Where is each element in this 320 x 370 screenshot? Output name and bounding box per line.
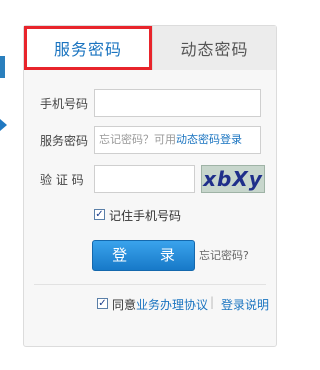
login-button[interactable]: 登 录: [92, 240, 195, 271]
tab-dynamic-password[interactable]: 动态密码: [152, 26, 276, 70]
divider: [34, 284, 266, 285]
tab-service-password-label: 服务密码: [53, 40, 122, 59]
agree-prefix: 同意: [112, 298, 137, 312]
service-password-label: 服务密码: [40, 134, 89, 148]
captcha-label: 验 证 码: [40, 173, 84, 187]
agree-checkbox[interactable]: ✓: [97, 298, 108, 309]
login-tabs: 服务密码 动态密码: [24, 26, 276, 70]
remember-label: 记住手机号码: [109, 209, 182, 223]
tab-dynamic-password-label: 动态密码: [180, 40, 249, 59]
agreement-link[interactable]: 业务办理协议: [136, 296, 208, 313]
side-accent-bar: [0, 56, 5, 78]
footer-separator: |: [210, 295, 215, 309]
service-password-row: 服务密码 忘记密码？可用动态密码登录: [24, 126, 276, 154]
service-password-hint: 忘记密码？可用: [99, 133, 176, 146]
service-password-input[interactable]: 忘记密码？可用动态密码登录: [94, 126, 261, 154]
login-panel: 服务密码 动态密码 手机号码 服务密码 忘记密码？可用动态密码登录 验 证 码 …: [23, 25, 277, 347]
remember-checkbox[interactable]: ✓: [94, 209, 105, 220]
phone-label: 手机号码: [40, 97, 89, 111]
phone-input[interactable]: [94, 89, 261, 117]
captcha-row: 验 证 码 xbXy: [24, 165, 276, 193]
phone-row: 手机号码: [24, 89, 276, 117]
side-arrow-icon: [0, 119, 7, 131]
captcha-input[interactable]: [94, 165, 195, 193]
login-help-link[interactable]: 登录说明: [221, 296, 269, 313]
captcha-image[interactable]: xbXy: [201, 165, 265, 193]
dynamic-password-login-link[interactable]: 动态密码登录: [176, 133, 242, 146]
forgot-password-link[interactable]: 忘记密码?: [199, 247, 249, 263]
tab-service-password[interactable]: 服务密码: [24, 26, 152, 70]
